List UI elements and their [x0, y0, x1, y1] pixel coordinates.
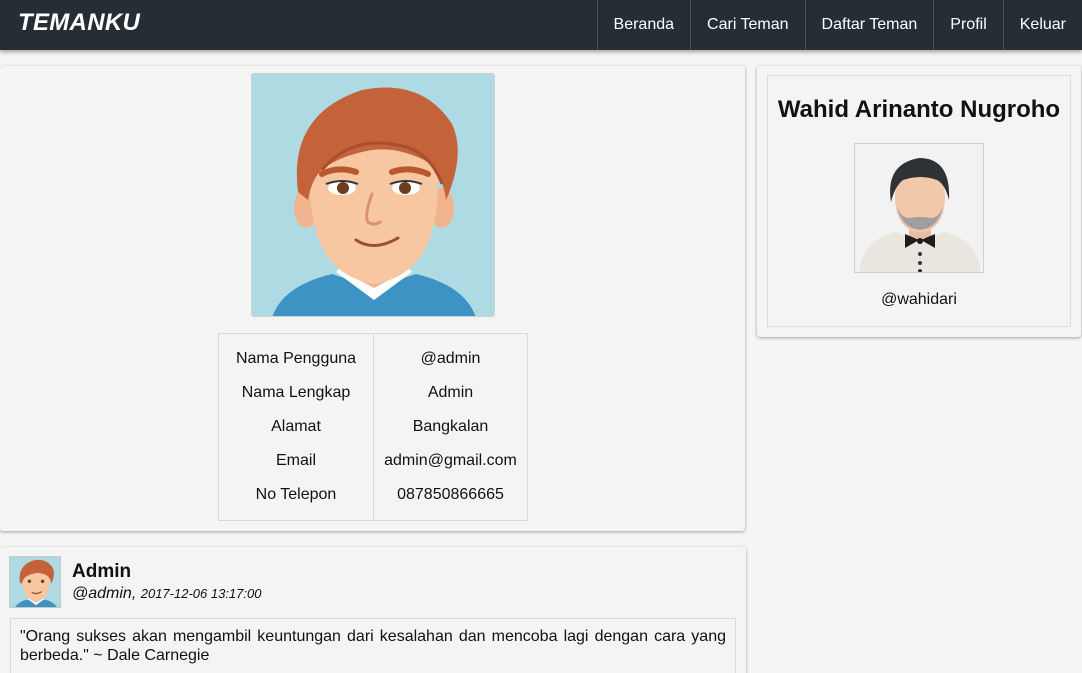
value-fullname: Admin — [427, 384, 474, 401]
current-user-avatar[interactable] — [854, 143, 984, 273]
nav-item-beranda[interactable]: Beranda — [596, 0, 691, 50]
post-author-avatar[interactable] — [9, 556, 61, 608]
post-content: "Orang sukses akan mengambil keuntungan … — [10, 618, 736, 673]
value-email: admin@gmail.com — [384, 452, 517, 469]
top-navbar: TEMANKU Beranda Cari Teman Daftar Teman … — [0, 0, 1082, 50]
nav-item-keluar[interactable]: Keluar — [1002, 0, 1082, 50]
label-username: Nama Pengguna — [235, 350, 357, 367]
label-phone: No Telepon — [255, 486, 337, 503]
post-timestamp: 2017-12-06 13:17:00 — [140, 586, 262, 601]
current-user-username[interactable]: @wahidari — [768, 291, 1070, 309]
label-fullname: Nama Lengkap — [241, 384, 351, 401]
user-summary-card: Wahid Arinanto Nugroho @wahidari — [757, 66, 1081, 337]
post-author-username[interactable]: @admin — [72, 585, 132, 602]
value-phone: 087850866665 — [397, 486, 504, 503]
current-user-name: Wahid Arinanto Nugroho — [777, 96, 1061, 123]
label-email: Email — [275, 452, 316, 469]
post-meta: @admin, 2017-12-06 13:17:00 — [72, 585, 261, 603]
value-address: Bangkalan — [412, 418, 489, 435]
post-author-name[interactable]: Admin — [72, 561, 131, 583]
profile-avatar — [251, 73, 495, 317]
profile-values-column: @admin Admin Bangkalan admin@gmail.com 0… — [373, 333, 528, 521]
nav-item-cari-teman[interactable]: Cari Teman — [690, 0, 805, 50]
bearded-man-bowtie-avatar-icon — [855, 144, 983, 272]
nav-item-profil[interactable]: Profil — [933, 0, 1002, 50]
profile-info-table: Nama Pengguna Nama Lengkap Alamat Email … — [218, 333, 528, 521]
cartoon-man-avatar-icon — [10, 557, 60, 607]
post-meta-separator: , — [131, 585, 137, 602]
nav-menu: Beranda Cari Teman Daftar Teman Profil K… — [596, 0, 1082, 50]
cartoon-man-avatar-icon — [252, 74, 494, 316]
nav-item-daftar-teman[interactable]: Daftar Teman — [804, 0, 934, 50]
post-card: Admin @admin, 2017-12-06 13:17:00 "Orang… — [0, 547, 746, 673]
label-address: Alamat — [271, 418, 321, 435]
profile-labels-column: Nama Pengguna Nama Lengkap Alamat Email … — [218, 333, 374, 521]
value-username: @admin — [420, 350, 481, 367]
brand-logo[interactable]: TEMANKU — [18, 9, 140, 37]
user-summary-panel: Wahid Arinanto Nugroho @wahidari — [767, 75, 1071, 327]
profile-card: Nama Pengguna Nama Lengkap Alamat Email … — [0, 66, 745, 531]
